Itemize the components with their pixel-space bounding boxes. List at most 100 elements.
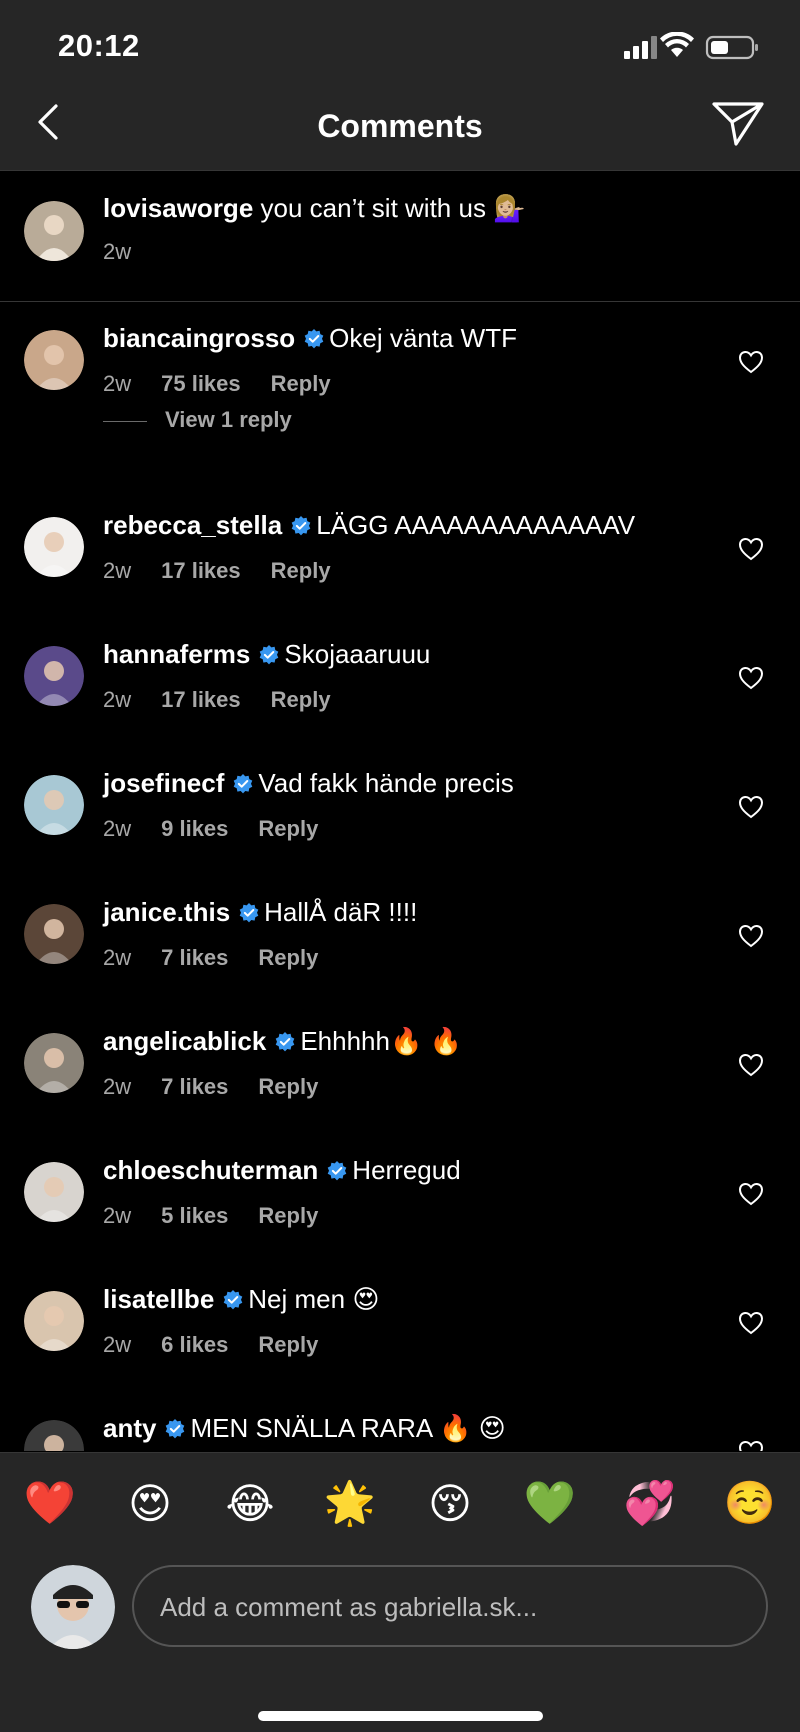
comment-avatar[interactable]	[24, 1162, 84, 1222]
comment-meta: 2w 17 likes Reply	[103, 558, 331, 584]
comment-likes[interactable]: 17 likes	[161, 558, 241, 584]
reply-button[interactable]: Reply	[271, 371, 331, 397]
comment-input[interactable]	[158, 1567, 752, 1647]
comment-username[interactable]: anty	[103, 1413, 156, 1443]
current-user-avatar	[31, 1565, 115, 1649]
comments-list[interactable]: lovisaworge you can’t sit with us 💁🏼‍♀️ …	[0, 171, 800, 1451]
quick-emoji[interactable]: 💚	[520, 1479, 580, 1528]
comment-text: Herregud	[352, 1155, 461, 1185]
comment-input-field[interactable]	[132, 1565, 768, 1647]
quick-emoji[interactable]: ❤️	[20, 1479, 80, 1528]
comment-line: anty MEN SNÄLLA RARA 🔥 😍	[103, 1413, 506, 1444]
comment-likes[interactable]: 6 likes	[161, 1332, 228, 1358]
comment-avatar[interactable]	[24, 775, 84, 835]
page-title: Comments	[317, 108, 483, 144]
quick-emoji[interactable]: 🌟	[320, 1479, 380, 1528]
comment-likes[interactable]: 7 likes	[161, 945, 228, 971]
comment-username[interactable]: angelicablick	[103, 1026, 266, 1056]
like-heart-icon[interactable]	[738, 924, 764, 948]
view-replies-label: View 1 reply	[165, 407, 292, 432]
comment-text: Ehhhhh🔥 🔥	[300, 1026, 462, 1056]
comment-line: hannaferms Skojaaaruuu	[103, 639, 430, 670]
comment-meta: 2w 17 likes Reply	[103, 687, 331, 713]
like-heart-icon[interactable]	[738, 666, 764, 690]
comment-avatar[interactable]	[24, 1291, 84, 1351]
direct-send-icon[interactable]	[710, 100, 766, 148]
verified-badge-icon	[223, 1290, 243, 1310]
comment-row: antyMEN SNÄLLA RARA 🔥 😍2wReply	[0, 1391, 800, 1451]
like-heart-icon[interactable]	[738, 1311, 764, 1335]
caption-meta: 2w	[103, 239, 161, 265]
comment-username[interactable]: chloeschuterman	[103, 1155, 318, 1185]
view-replies-link[interactable]: View 1 reply	[103, 407, 292, 433]
comment-likes[interactable]: 75 likes	[161, 371, 241, 397]
comment-text: Nej men 😍	[248, 1284, 380, 1314]
reply-button[interactable]: Reply	[271, 558, 331, 584]
comment-avatar[interactable]	[24, 517, 84, 577]
comment-text: MEN SNÄLLA RARA 🔥 😍	[190, 1413, 506, 1443]
reply-button[interactable]: Reply	[258, 1332, 318, 1358]
comment-likes[interactable]: 9 likes	[161, 816, 228, 842]
comment-text: Vad fakk hände precis	[258, 768, 514, 798]
reply-button[interactable]: Reply	[271, 687, 331, 713]
like-heart-icon[interactable]	[738, 537, 764, 561]
comment-avatar[interactable]	[24, 330, 84, 390]
comment-time: 2w	[103, 945, 132, 970]
comment-line: chloeschuterman Herregud	[103, 1155, 461, 1186]
post-caption: lovisaworge you can’t sit with us 💁🏼‍♀️ …	[0, 171, 800, 302]
verified-badge-icon	[166, 1419, 185, 1439]
comment-time: 2w	[103, 558, 132, 583]
quick-emoji[interactable]: 💞	[620, 1479, 680, 1528]
comment-likes[interactable]: 7 likes	[161, 1074, 228, 1100]
comment-meta: 2w 7 likes Reply	[103, 945, 318, 971]
comment-avatar[interactable]	[24, 1033, 84, 1093]
quick-emoji[interactable]: 😚	[420, 1479, 480, 1528]
reply-button[interactable]: Reply	[258, 1203, 318, 1229]
caption-username[interactable]: lovisaworge	[103, 193, 253, 223]
comment-username[interactable]: josefinecf	[103, 768, 224, 798]
comment-likes[interactable]: 5 likes	[161, 1203, 228, 1229]
comment-username[interactable]: biancaingrosso	[103, 323, 295, 353]
comment-meta: 2w 6 likes Reply	[103, 1332, 318, 1358]
top-bar: 20:12 Comments	[0, 0, 800, 171]
comment-row: rebecca_stella LÄGG AAAAAAAAAAAAAV 2w 17 li…	[0, 488, 800, 618]
caption-line: lovisaworge you can’t sit with us 💁🏼‍♀️	[103, 193, 526, 224]
verified-badge-icon	[260, 645, 279, 665]
verified-badge-icon	[276, 1032, 295, 1052]
view-replies-dash	[103, 420, 147, 422]
comment-username[interactable]: rebecca_stella	[103, 510, 282, 540]
like-heart-icon[interactable]	[738, 795, 764, 819]
signal-icon	[624, 36, 657, 59]
comment-avatar[interactable]	[24, 646, 84, 706]
comment-avatar[interactable]	[24, 1420, 84, 1451]
like-heart-icon[interactable]	[738, 1182, 764, 1206]
comment-line: biancaingrosso Okej vänta WTF	[103, 323, 517, 354]
quick-emoji[interactable]: 😍	[120, 1479, 180, 1528]
comment-likes[interactable]: 17 likes	[161, 687, 241, 713]
like-heart-icon[interactable]	[738, 350, 764, 374]
comment-username[interactable]: lisatellbe	[103, 1284, 214, 1314]
comment-avatar[interactable]	[24, 904, 84, 964]
comment-row: chloeschuterman Herregud 2w 5 likes Reply	[0, 1133, 800, 1263]
comment-username[interactable]: hannaferms	[103, 639, 250, 669]
comment-time: 2w	[103, 1332, 132, 1357]
quick-emoji-bar: ❤️ 😍 😂 🌟 😚 💚 💞 ☺️	[0, 1453, 800, 1553]
home-indicator[interactable]	[258, 1711, 543, 1721]
comment-composer: ❤️ 😍 😂 🌟 😚 💚 💞 ☺️	[0, 1452, 800, 1732]
comment-username[interactable]: janice.this	[103, 897, 230, 927]
caption-avatar[interactable]	[24, 201, 84, 261]
comment-row: josefinecf Vad fakk hände precis 2w 9 likes…	[0, 746, 800, 876]
quick-emoji[interactable]: ☺️	[720, 1479, 780, 1528]
like-heart-icon[interactable]	[738, 1440, 764, 1451]
wifi-icon	[660, 32, 694, 57]
reply-button[interactable]: Reply	[258, 1074, 318, 1100]
comment-line: josefinecf Vad fakk hände precis	[103, 768, 514, 799]
comment-meta: 2w 9 likes Reply	[103, 816, 318, 842]
quick-emoji[interactable]: 😂	[220, 1479, 280, 1528]
verified-badge-icon	[234, 774, 253, 794]
like-heart-icon[interactable]	[738, 1053, 764, 1077]
comment-row: hannaferms Skojaaaruuu 2w 17 likes Reply	[0, 617, 800, 747]
reply-button[interactable]: Reply	[258, 816, 318, 842]
comment-text: Skojaaaruuu	[284, 639, 431, 669]
reply-button[interactable]: Reply	[258, 945, 318, 971]
